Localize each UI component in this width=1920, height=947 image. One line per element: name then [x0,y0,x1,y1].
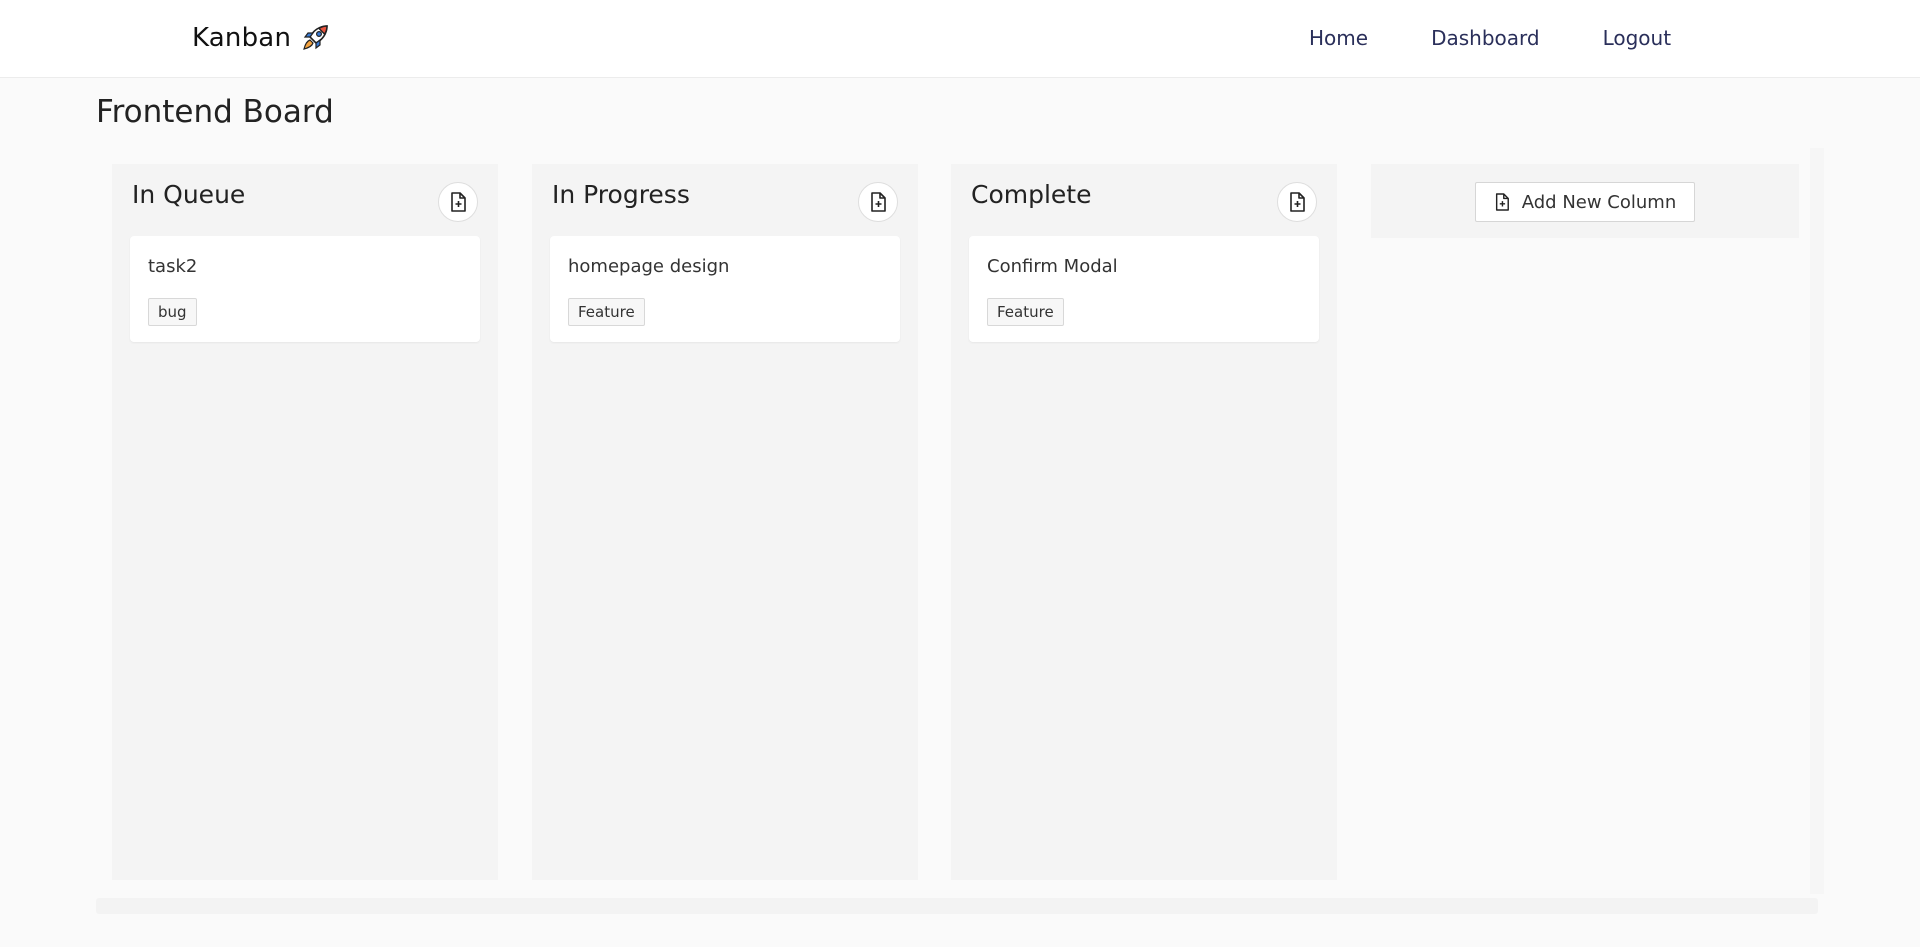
file-plus-icon [451,192,466,212]
add-column-area: Add New Column [1371,164,1799,238]
add-card-button[interactable] [438,182,478,222]
rocket-icon [299,22,331,54]
board-vertical-scrollbar[interactable] [1810,148,1824,894]
nav-links: Home Dashboard Logout [1309,24,1671,52]
add-column-label: Add New Column [1521,191,1677,213]
task-card[interactable]: Confirm Modal Feature [969,236,1319,342]
column-in-progress: In Progress homepage design Feature [532,164,918,880]
card-title: homepage design [568,256,730,277]
column-title: Complete [971,180,1092,209]
column-in-queue: In Queue task2 bug [112,164,498,880]
column-complete: Complete Confirm Modal Feature [951,164,1337,880]
column-title: In Queue [132,180,246,209]
nav-link-home[interactable]: Home [1309,26,1368,50]
file-plus-icon [871,192,886,212]
task-card[interactable]: task2 bug [130,236,480,342]
card-tag: Feature [568,298,645,326]
nav-link-logout[interactable]: Logout [1603,26,1671,50]
add-column-button[interactable]: Add New Column [1475,182,1695,222]
board-horizontal-scrollbar[interactable] [96,898,1818,914]
task-card[interactable]: homepage design Feature [550,236,900,342]
card-tag: bug [148,298,197,326]
brand[interactable]: Kanban [192,20,331,56]
add-card-button[interactable] [858,182,898,222]
column-title: In Progress [552,180,690,209]
add-card-button[interactable] [1277,182,1317,222]
board-title: Frontend Board [96,94,334,130]
file-plus-icon [1495,193,1509,211]
card-title: task2 [148,256,198,277]
brand-name: Kanban [192,23,292,53]
card-tag: Feature [987,298,1064,326]
nav-link-dashboard[interactable]: Dashboard [1431,26,1540,50]
card-title: Confirm Modal [987,256,1118,277]
file-plus-icon [1290,192,1305,212]
navbar: Kanban Home Dashboard Logout [0,0,1920,78]
